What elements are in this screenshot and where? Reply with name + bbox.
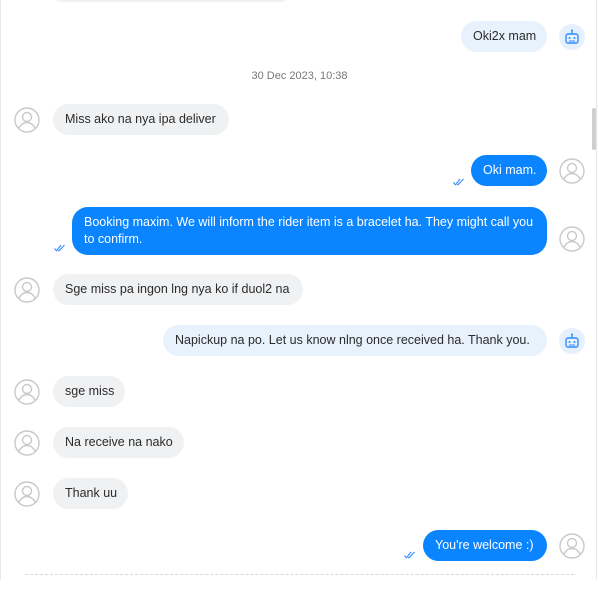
message-bubble-outgoing: You're welcome :) (423, 530, 547, 561)
message-text: Sge miss pa ingon lng nya ko if duol2 na (65, 282, 290, 296)
user-avatar-icon (14, 277, 40, 303)
message-text: Thank uu (65, 486, 118, 500)
message-bubble-outgoing: Booking maxim. We will inform the rider … (72, 207, 547, 255)
message-bubble-outgoing: Oki mam. (471, 155, 547, 186)
message-bubble-incoming: Thank uu (53, 478, 128, 509)
message-text: Miss ako na nya ipa deliver (65, 112, 216, 126)
message-bubble-outgoing: Napickup na po. Let us know nlng once re… (163, 325, 547, 356)
message-text: Oki mam. (483, 163, 537, 177)
message-text: Oki2x mam (473, 29, 537, 43)
bottom-strip (0, 580, 599, 599)
message-bubble-incoming: sge miss (53, 376, 125, 407)
bot-icon-svg (565, 29, 579, 44)
scrollbar-thumb[interactable] (592, 108, 596, 150)
user-avatar-icon (14, 379, 40, 405)
user-avatar-icon (14, 481, 40, 507)
bot-icon (559, 328, 585, 354)
message-text: You're welcome :) (435, 538, 534, 552)
message-bubble-outgoing: Oki2x mam (461, 21, 547, 52)
double-check-icon (54, 244, 65, 252)
composer-divider (25, 574, 574, 575)
user-avatar-icon (14, 430, 40, 456)
chat-panel: Oki2x mam 30 Dec 2023, 10:38 Miss ako na… (0, 0, 597, 599)
user-avatar-icon (14, 107, 40, 133)
date-separator: 30 Dec 2023, 10:38 (251, 70, 348, 82)
double-check-icon (453, 178, 464, 186)
user-avatar-icon (559, 533, 585, 559)
bot-icon (559, 24, 585, 50)
double-check-icon (404, 551, 415, 559)
message-bubble-incoming: Na receive na nako (53, 427, 184, 458)
message-text: sge miss (65, 384, 115, 398)
user-avatar-icon (559, 226, 585, 252)
message-text: Na receive na nako (65, 435, 173, 449)
message-bubble-incoming: Miss ako na nya ipa deliver (53, 104, 229, 135)
clipped-message-bubble (53, 0, 289, 2)
user-avatar-icon (559, 158, 585, 184)
message-text: Napickup na po. Let us know nlng once re… (175, 333, 530, 347)
message-bubble-incoming: Sge miss pa ingon lng nya ko if duol2 na (53, 274, 303, 305)
message-text: Booking maxim. We will inform the rider … (84, 215, 534, 246)
